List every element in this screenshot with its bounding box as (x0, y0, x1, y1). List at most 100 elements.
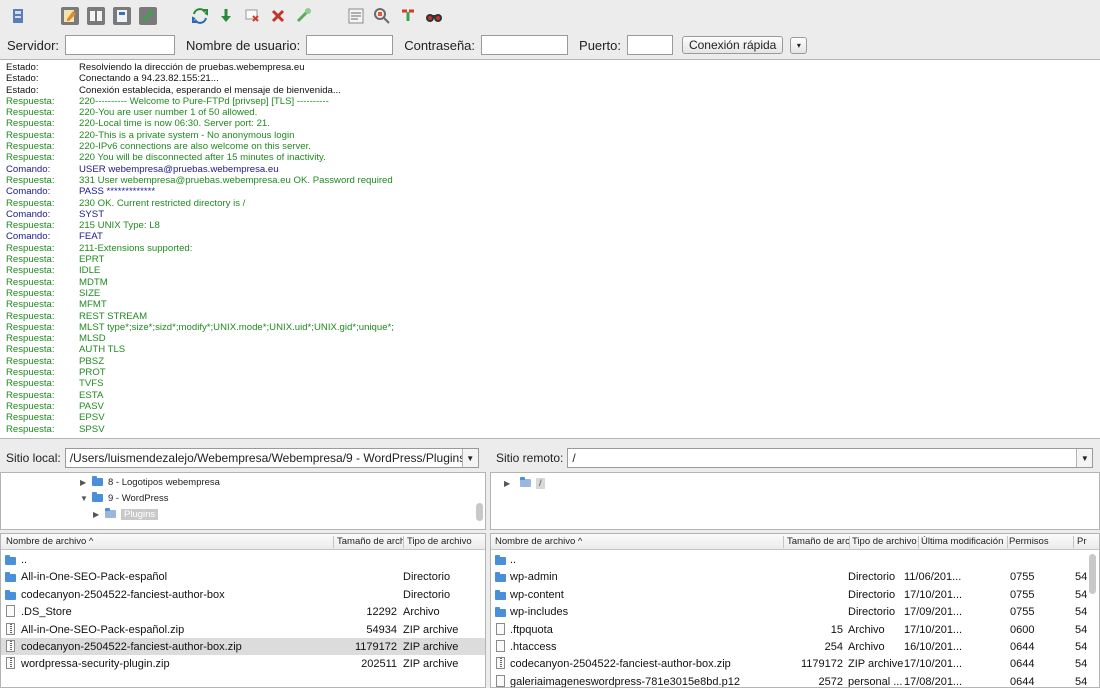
log-line-message: EPRT (79, 254, 105, 266)
port-input[interactable] (626, 35, 673, 55)
column-header-size[interactable]: Tamaño de archivo (337, 536, 403, 547)
username-input[interactable] (306, 35, 394, 55)
tree-item[interactable]: ▶ / (504, 475, 545, 491)
expand-triangle-icon[interactable]: ▶ (93, 510, 105, 519)
file-row[interactable]: codecanyon-2504522-fanciest-author-box Di… (1, 586, 485, 603)
folder-icon (5, 589, 16, 600)
log-line-message: EPSV (79, 412, 105, 424)
chevron-down-icon[interactable]: ▼ (1076, 449, 1093, 467)
file-row[interactable]: All-in-One-SEO-Pack-español.zip 54934 ZIP … (1, 621, 485, 638)
log-line-message: IDLE (79, 265, 101, 277)
file-icon (496, 674, 505, 687)
tree-item-selected[interactable]: ▶ Plugins (93, 506, 159, 522)
tree-item[interactable]: ▼ 9 - WordPress (80, 490, 169, 506)
chevron-down-icon[interactable]: ▼ (461, 449, 478, 467)
column-header-name[interactable]: Nombre de archivo ^ (495, 536, 781, 547)
log-line-message: PASV (79, 400, 104, 412)
collapse-triangle-icon[interactable]: ▼ (80, 494, 92, 503)
file-row[interactable]: wp-includes Directorio 17/09/201... 0755 54 (491, 603, 1099, 620)
log-line-type: Respuesta: (6, 95, 55, 107)
local-directory-tree[interactable]: ▶ 8 - Logotipos webempresa ▼ 9 - WordPre… (0, 472, 486, 530)
file-permissions: 0600 (1010, 623, 1035, 636)
quickconnect-button[interactable]: Conexión rápida (681, 36, 784, 54)
file-size: 54934 (366, 623, 397, 636)
file-row[interactable]: .. (1, 551, 485, 568)
remote-file-list[interactable]: Nombre de archivo ^ Tamaño de archivo Ti… (490, 533, 1100, 688)
local-path-combobox[interactable]: /Users/luismendezalejo/Webempresa/Webemp… (64, 448, 479, 468)
file-modified: 17/10/201... (904, 658, 963, 671)
message-log-toggle-icon[interactable] (60, 6, 80, 26)
expand-triangle-icon[interactable]: ▶ (504, 479, 516, 488)
site-manager-icon[interactable] (8, 6, 28, 26)
folder-icon (5, 554, 16, 565)
file-row[interactable]: .. (491, 551, 1099, 568)
log-line-type: Comando: (6, 186, 51, 198)
file-icon (496, 622, 505, 635)
disconnect-icon[interactable] (268, 6, 288, 26)
file-row[interactable]: galeriaimageneswordpress-781e3015e8bd.p1… (491, 673, 1099, 687)
password-input[interactable] (481, 35, 569, 55)
file-row[interactable]: codecanyon-2504522-fanciest-author-box.z… (491, 655, 1099, 672)
file-row[interactable]: .htaccess 254 Archivo 16/10/201... 0644 54 (491, 638, 1099, 655)
column-header-owner[interactable]: Propietario/Grupo (1077, 536, 1087, 547)
file-name: .. (21, 554, 28, 566)
column-header-permissions[interactable]: Permisos (1009, 536, 1073, 547)
file-owner: 54 (1075, 588, 1088, 601)
file-modified: 17/09/201... (904, 606, 963, 619)
file-name: .ftpquota (510, 623, 553, 636)
local-tree-scrollbar[interactable] (476, 503, 483, 521)
log-line: Estado: Resolviendo la dirección de prueb… (0, 62, 1100, 73)
directory-tree-toggle-icon[interactable] (86, 6, 106, 26)
directory-listing-filters-icon[interactable] (346, 6, 366, 26)
column-header-modified[interactable]: Última modificación (921, 536, 1007, 547)
zip-icon (6, 640, 15, 652)
local-file-list[interactable]: Nombre de archivo ^ Tamaño de archivo Ti… (0, 533, 486, 688)
file-icon (496, 640, 505, 652)
log-line-message: MLSD (79, 333, 106, 345)
remote-directory-tree[interactable]: ▶ / (490, 472, 1100, 530)
file-type: ZIP archive (403, 658, 459, 671)
log-line-message: PBSZ (79, 355, 105, 367)
column-header-name[interactable]: Nombre de archivo ^ (6, 536, 326, 547)
log-line: Comando: USER webempresa@pruebas.webempre… (0, 164, 1100, 175)
search-remote-files-icon[interactable] (424, 6, 444, 26)
file-type: Archivo (403, 606, 440, 619)
log-line-message: 220-Local time is now 06:30. Server port… (79, 118, 270, 130)
log-line-type: Respuesta: (6, 265, 55, 277)
remote-tree-toggle-icon[interactable] (112, 6, 132, 26)
cancel-operation-icon[interactable] (242, 6, 262, 26)
column-header-type[interactable]: Tipo de archivo (852, 536, 918, 547)
log-line: Respuesta: 220-This is a private system -… (0, 130, 1100, 141)
log-line: Respuesta: TVFS (0, 378, 1100, 389)
file-row[interactable]: wp-admin Directorio 11/06/201... 0755 54 (491, 568, 1099, 585)
file-row[interactable]: wordpressa-security-plugin.zip 202511 ZIP … (1, 655, 485, 672)
column-header-type[interactable]: Tipo de archivo (407, 536, 485, 547)
file-row[interactable]: codecanyon-2504522-fanciest-author-box.z… (1, 638, 485, 656)
transfer-queue-toggle-icon[interactable] (138, 6, 158, 26)
server-input[interactable] (65, 35, 176, 55)
file-row[interactable]: .DS_Store 12292 Archivo (1, 603, 485, 620)
file-row[interactable]: wp-content Directorio 17/10/201... 0755 54 (491, 586, 1099, 603)
file-row[interactable]: All-in-One-SEO-Pack-español Directorio (1, 568, 485, 585)
tree-item[interactable]: ▶ 8 - Logotipos webempresa (80, 474, 220, 490)
local-path-text: /Users/luismendezalejo/Webempresa/Webemp… (69, 451, 469, 465)
log-line-type: Respuesta: (6, 355, 55, 367)
file-row[interactable]: .ftpquota 15 Archivo 17/10/201... 0600 54 (491, 621, 1099, 638)
file-name: codecanyon-2504522-fanciest-author-box (21, 588, 225, 601)
expand-triangle-icon[interactable]: ▶ (80, 478, 92, 487)
file-owner: 54 (1075, 606, 1088, 619)
log-line-message: FEAT (79, 231, 103, 243)
quickconnect-dropdown-button[interactable]: ▾ (790, 36, 808, 54)
refresh-icon[interactable] (190, 6, 210, 26)
local-site-label: Sitio local: (6, 451, 61, 465)
reconnect-icon[interactable] (294, 6, 314, 26)
directory-comparison-icon[interactable] (372, 6, 392, 26)
message-log[interactable]: Estado: Resolviendo la dirección de prueb… (0, 59, 1100, 439)
process-queue-icon[interactable] (216, 6, 236, 26)
log-line-message: 211-Extensions supported: (79, 242, 193, 254)
file-modified: 17/10/201... (904, 588, 963, 601)
column-header-size[interactable]: Tamaño de archivo (787, 536, 849, 547)
synchronized-browsing-icon[interactable] (398, 6, 418, 26)
file-permissions: 0755 (1010, 571, 1035, 584)
remote-path-combobox[interactable]: / ▼ (567, 448, 1094, 468)
